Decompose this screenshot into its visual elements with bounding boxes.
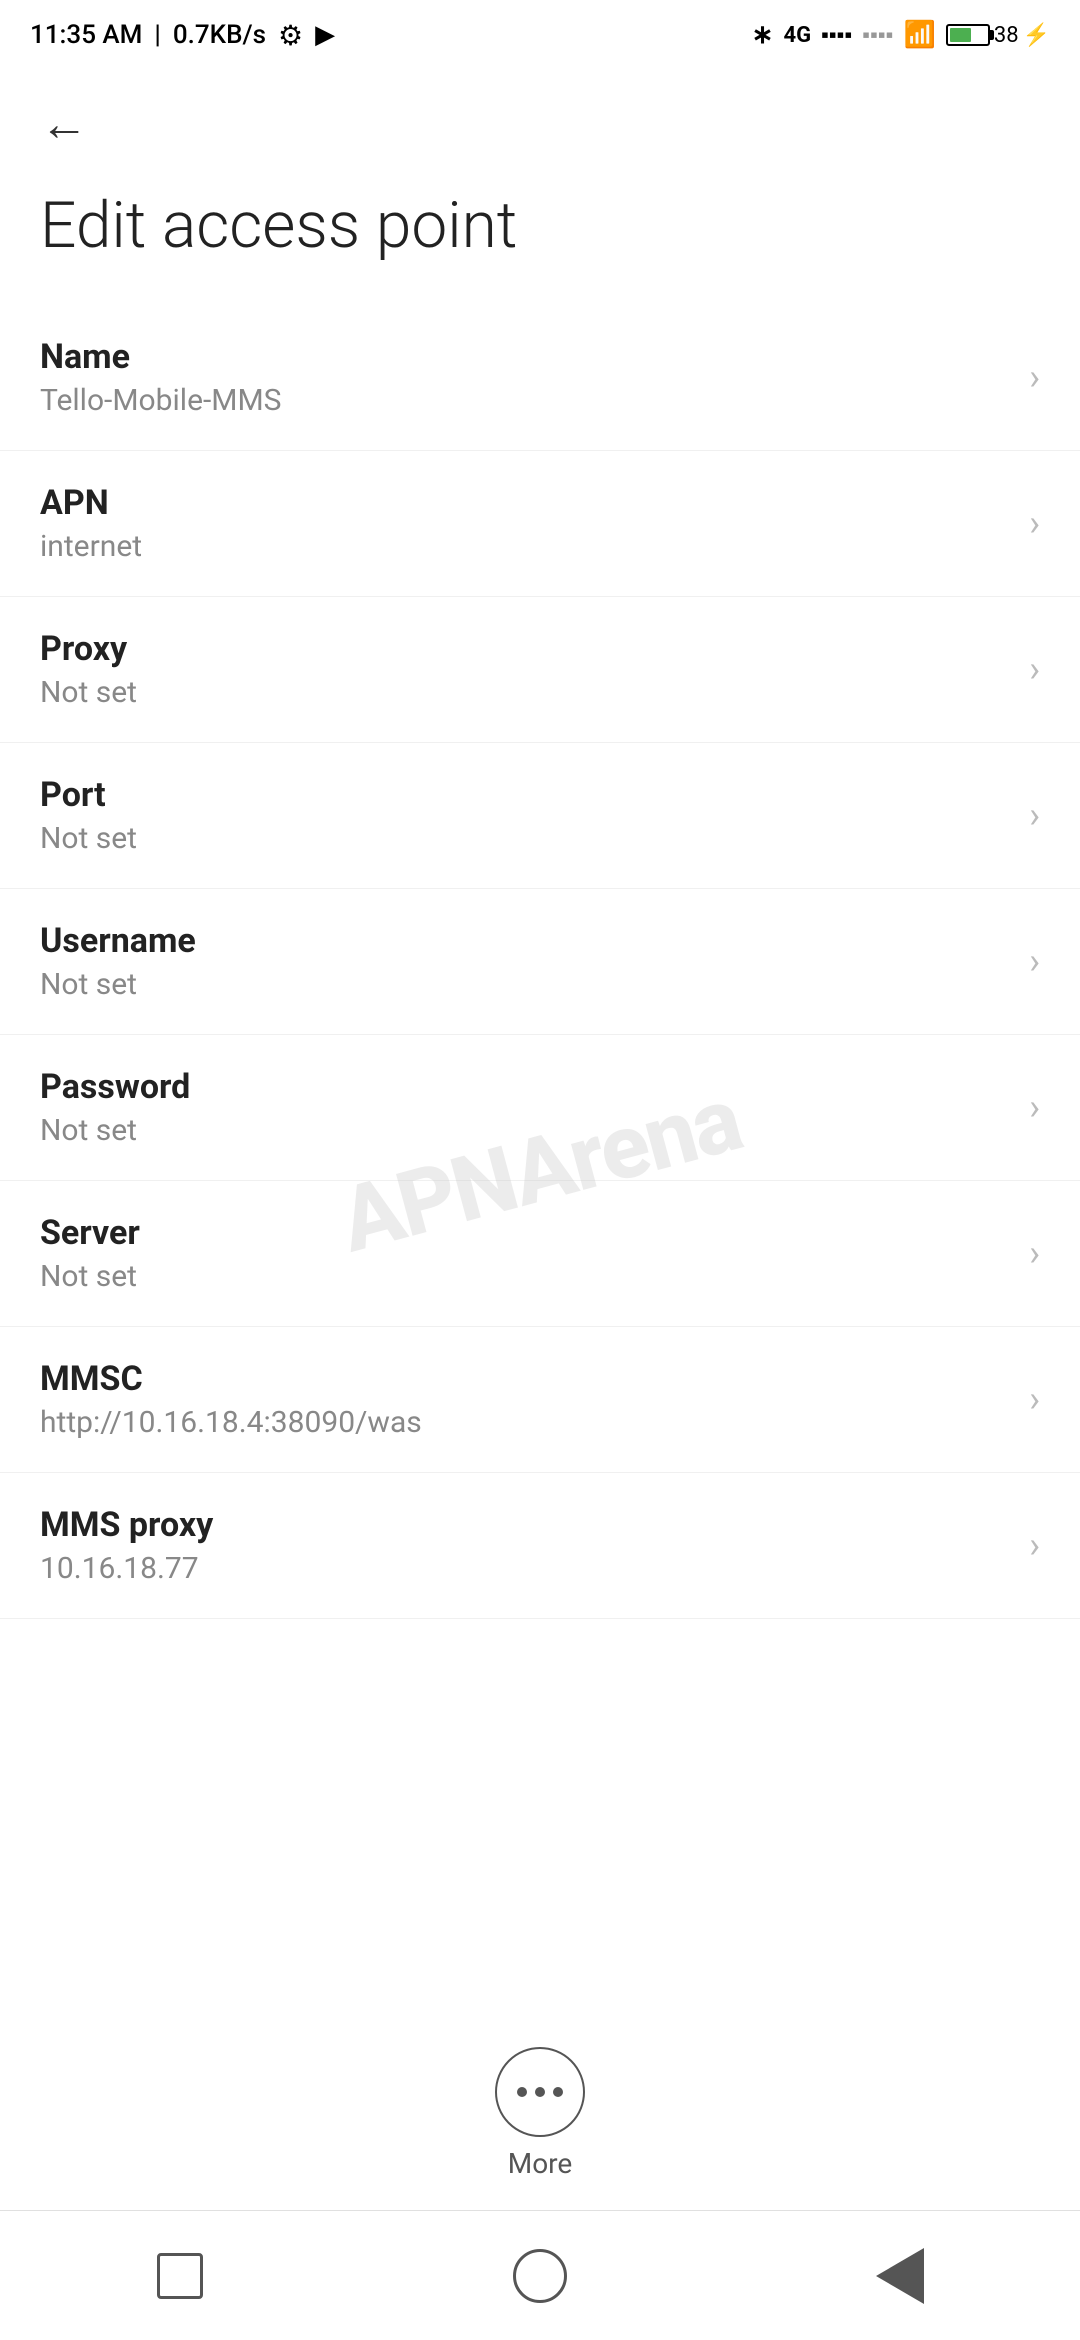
settings-label-mms-proxy: MMS proxy: [40, 1505, 213, 1545]
status-left: 11:35 AM | 0.7KB/s ⚙ ▶: [30, 19, 335, 52]
home-icon: [513, 2249, 567, 2303]
settings-icon: ⚙: [278, 19, 303, 52]
more-circle-icon: [495, 2047, 585, 2137]
signal-bars-icon: ▪▪▪▪: [821, 22, 852, 48]
chevron-right-server: ›: [1029, 1232, 1040, 1274]
video-icon: ▶: [315, 20, 335, 50]
settings-list: Name Tello-Mobile-MMS › APN internet › P…: [0, 305, 1080, 1619]
settings-item-proxy-content: Proxy Not set: [40, 629, 137, 710]
battery-icon: [946, 24, 990, 46]
network-speed: 0.7KB/s: [173, 20, 266, 50]
back-button[interactable]: ←: [40, 100, 88, 148]
battery-fill: [950, 28, 972, 42]
separator: |: [154, 20, 160, 50]
top-bar: ←: [0, 70, 1080, 168]
settings-item-mmsc[interactable]: MMSC http://10.16.18.4:38090/was ›: [0, 1327, 1080, 1473]
settings-item-name-content: Name Tello-Mobile-MMS: [40, 337, 281, 418]
chevron-right-mmsc: ›: [1029, 1378, 1040, 1420]
settings-item-port-content: Port Not set: [40, 775, 137, 856]
settings-item-apn-content: APN internet: [40, 483, 142, 564]
settings-label-apn: APN: [40, 483, 142, 523]
battery-container: 38 ⚡: [946, 23, 1050, 48]
bluetooth-icon: ∗: [752, 20, 774, 50]
chevron-right-apn: ›: [1029, 502, 1040, 544]
time-display: 11:35 AM: [30, 20, 142, 50]
wifi-icon: 📶: [903, 20, 935, 50]
chevron-right-proxy: ›: [1029, 648, 1040, 690]
page-title: Edit access point: [0, 168, 1080, 305]
settings-item-name[interactable]: Name Tello-Mobile-MMS ›: [0, 305, 1080, 451]
nav-bar: [0, 2210, 1080, 2340]
back-nav-icon: [876, 2248, 924, 2304]
recent-apps-button[interactable]: [140, 2236, 220, 2316]
settings-label-server: Server: [40, 1213, 140, 1253]
settings-item-mms-proxy[interactable]: MMS proxy 10.16.18.77 ›: [0, 1473, 1080, 1619]
settings-label-mmsc: MMSC: [40, 1359, 422, 1399]
home-button[interactable]: [500, 2236, 580, 2316]
settings-value-server: Not set: [40, 1259, 140, 1294]
settings-label-proxy: Proxy: [40, 629, 137, 669]
chevron-right-password: ›: [1029, 1086, 1040, 1128]
more-button[interactable]: More: [495, 2047, 585, 2180]
settings-label-port: Port: [40, 775, 137, 815]
settings-label-password: Password: [40, 1067, 190, 1107]
settings-item-port[interactable]: Port Not set ›: [0, 743, 1080, 889]
settings-item-username-content: Username Not set: [40, 921, 196, 1002]
status-bar: 11:35 AM | 0.7KB/s ⚙ ▶ ∗ 4G ▪▪▪▪ ▪▪▪▪ 📶 …: [0, 0, 1080, 70]
signal-bars2-icon: ▪▪▪▪: [862, 22, 893, 48]
chevron-right-name: ›: [1029, 356, 1040, 398]
chevron-right-port: ›: [1029, 794, 1040, 836]
chevron-right-username: ›: [1029, 940, 1040, 982]
settings-value-password: Not set: [40, 1113, 190, 1148]
settings-value-username: Not set: [40, 967, 196, 1002]
settings-item-server[interactable]: Server Not set ›: [0, 1181, 1080, 1327]
settings-value-apn: internet: [40, 529, 142, 564]
settings-value-mms-proxy: 10.16.18.77: [40, 1551, 213, 1586]
settings-label-username: Username: [40, 921, 196, 961]
battery-percent: 38: [994, 23, 1019, 48]
settings-value-name: Tello-Mobile-MMS: [40, 383, 281, 418]
more-dots-icon: [517, 2087, 563, 2097]
back-nav-button[interactable]: [860, 2236, 940, 2316]
status-right: ∗ 4G ▪▪▪▪ ▪▪▪▪ 📶 38 ⚡: [752, 20, 1050, 50]
bolt-icon: ⚡: [1023, 23, 1050, 48]
settings-label-name: Name: [40, 337, 281, 377]
settings-item-proxy[interactable]: Proxy Not set ›: [0, 597, 1080, 743]
settings-item-mms-proxy-content: MMS proxy 10.16.18.77: [40, 1505, 213, 1586]
chevron-right-mms-proxy: ›: [1029, 1524, 1040, 1566]
signal-4g-icon: 4G: [783, 23, 811, 48]
settings-item-apn[interactable]: APN internet ›: [0, 451, 1080, 597]
settings-item-server-content: Server Not set: [40, 1213, 140, 1294]
settings-item-password-content: Password Not set: [40, 1067, 190, 1148]
settings-value-port: Not set: [40, 821, 137, 856]
recent-apps-icon: [157, 2253, 203, 2299]
more-label: More: [508, 2147, 573, 2180]
settings-item-username[interactable]: Username Not set ›: [0, 889, 1080, 1035]
settings-item-mmsc-content: MMSC http://10.16.18.4:38090/was: [40, 1359, 422, 1440]
settings-item-password[interactable]: Password Not set ›: [0, 1035, 1080, 1181]
settings-value-mmsc: http://10.16.18.4:38090/was: [40, 1405, 422, 1440]
settings-value-proxy: Not set: [40, 675, 137, 710]
